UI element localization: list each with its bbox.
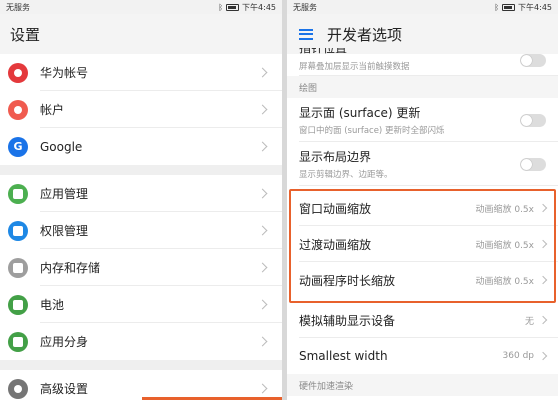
settings-panel: 无服务 ᛒ 下午4:45 设置 华为帐号 帐户 G Google 应用管理 权限… [0,0,282,400]
status-time: 下午4:45 [242,2,276,12]
battery-icon [502,3,516,11]
settings-item-storage[interactable]: 内存和存储 [0,249,282,286]
chevron-right-icon [257,67,268,78]
settings-item-advanced[interactable]: 高级设置 [0,370,282,400]
setting-layout-bounds[interactable]: 显示布局边界 显示剪辑边界、边距等。 [287,142,558,186]
settings-item-label: 应用管理 [40,187,89,201]
divider [0,360,282,370]
setting-simulate-secondary-displays[interactable]: 模拟辅助显示设备 无 [287,302,558,338]
developer-options-panel: 无服务 ᛒ 下午4:45 开发者选项 指针位置 屏幕叠加层显示当前触摸数据 绘图… [287,0,558,400]
settings-item-google[interactable]: G Google [0,128,282,165]
settings-item-label: 帐户 [40,103,65,117]
settings-item-huawei-account[interactable]: 华为帐号 [0,54,282,91]
setting-value: 动画缩放 0.5x [475,204,534,215]
key-icon [8,220,28,241]
settings-item-label: 电池 [40,298,65,312]
chevron-right-icon [538,239,548,249]
settings-item-permissions[interactable]: 权限管理 [0,212,282,249]
chevron-right-icon [538,203,548,213]
setting-animator-duration-scale[interactable]: 动画程序时长缩放 动画缩放 0.5x [287,262,558,298]
settings-item-label: 权限管理 [40,224,89,238]
gear-icon [8,378,28,399]
screenshot-root: 无服务 ᛒ 下午4:45 设置 华为帐号 帐户 G Google 应用管理 权限… [0,0,558,400]
bluetooth-icon: ᛒ [218,2,224,12]
toggle-switch[interactable] [520,157,546,171]
chevron-right-icon [538,351,548,361]
chevron-right-icon [257,188,268,199]
carrier-text: 无服务 [6,2,30,12]
setting-subtitle: 显示剪辑边界、边距等。 [299,170,393,180]
setting-value: 动画缩放 0.5x [475,240,534,251]
setting-surface-updates[interactable]: 显示面 (surface) 更新 窗口中的面 (surface) 更新时全部闪烁 [287,98,558,142]
settings-item-label: Google [40,139,83,154]
user-icon [8,99,28,120]
chevron-right-icon [257,383,268,394]
setting-title: Smallest width [299,349,388,363]
menu-icon[interactable] [299,28,313,40]
carrier-text: 无服务 [293,2,317,12]
animation-settings-group: 窗口动画缩放 动画缩放 0.5x 过渡动画缩放 动画缩放 0.5x 动画程序时长… [287,189,558,303]
chevron-right-icon [257,262,268,273]
chevron-right-icon [538,315,548,325]
setting-window-animation-scale[interactable]: 窗口动画缩放 动画缩放 0.5x [287,190,558,226]
settings-item-label: 内存和存储 [40,261,101,275]
setting-subtitle: 窗口中的面 (surface) 更新时全部闪烁 [299,126,445,136]
battery-icon [226,3,240,11]
chevron-right-icon [257,104,268,115]
chevron-right-icon [257,225,268,236]
settings-item-label: 华为帐号 [40,66,89,80]
setting-title: 显示布局边界 [299,150,372,164]
settings-group-advanced: 高级设置 [0,370,282,400]
chevron-right-icon [257,141,268,152]
page-title: 设置 [0,14,282,54]
status-bar: 无服务 ᛒ 下午4:45 [287,0,558,14]
settings-item-account[interactable]: 帐户 [0,91,282,128]
toggle-switch[interactable] [520,113,546,127]
status-time: 下午4:45 [518,2,552,12]
settings-item-label: 高级设置 [40,382,89,396]
settings-item-app-management[interactable]: 应用管理 [0,175,282,212]
setting-smallest-width[interactable]: Smallest width 360 dp [287,338,558,374]
divider [0,165,282,175]
setting-title: 窗口动画缩放 [299,201,372,216]
google-icon: G [8,136,28,157]
settings-item-app-twin[interactable]: 应用分身 [0,323,282,360]
setting-transition-animation-scale[interactable]: 过渡动画缩放 动画缩放 0.5x [287,226,558,262]
toggle-switch[interactable] [520,53,546,67]
setting-title: 指针位置 [299,48,348,55]
settings-group-accounts: 华为帐号 帐户 G Google [0,54,282,165]
grid-icon [8,183,28,204]
setting-title: 过渡动画缩放 [299,237,372,252]
page-title: 开发者选项 [327,25,403,44]
settings-item-label: 应用分身 [40,335,89,349]
setting-pointer-location[interactable]: 指针位置 屏幕叠加层显示当前触摸数据 [287,44,558,76]
chevron-right-icon [538,275,548,285]
app-twin-icon [8,331,28,352]
settings-item-battery[interactable]: 电池 [0,286,282,323]
settings-group-apps: 应用管理 权限管理 内存和存储 电池 应用分身 [0,175,282,360]
chevron-right-icon [257,336,268,347]
setting-value: 360 dp [502,351,534,361]
setting-title: 显示面 (surface) 更新 [299,106,421,120]
setting-value: 动画缩放 0.5x [475,276,534,287]
bluetooth-icon: ᛒ [494,2,500,12]
setting-title: 模拟辅助显示设备 [299,313,396,328]
huawei-icon [8,62,28,83]
battery-setting-icon [8,294,28,315]
setting-title: 动画程序时长缩放 [299,273,396,288]
chevron-right-icon [257,299,268,310]
setting-value: 无 [524,316,534,327]
section-header-hardware: 硬件加速渲染 [287,374,558,396]
setting-subtitle: 屏幕叠加层显示当前触摸数据 [299,62,410,72]
status-bar: 无服务 ᛒ 下午4:45 [0,0,282,14]
section-header-drawing: 绘图 [287,76,558,98]
storage-icon [8,257,28,278]
